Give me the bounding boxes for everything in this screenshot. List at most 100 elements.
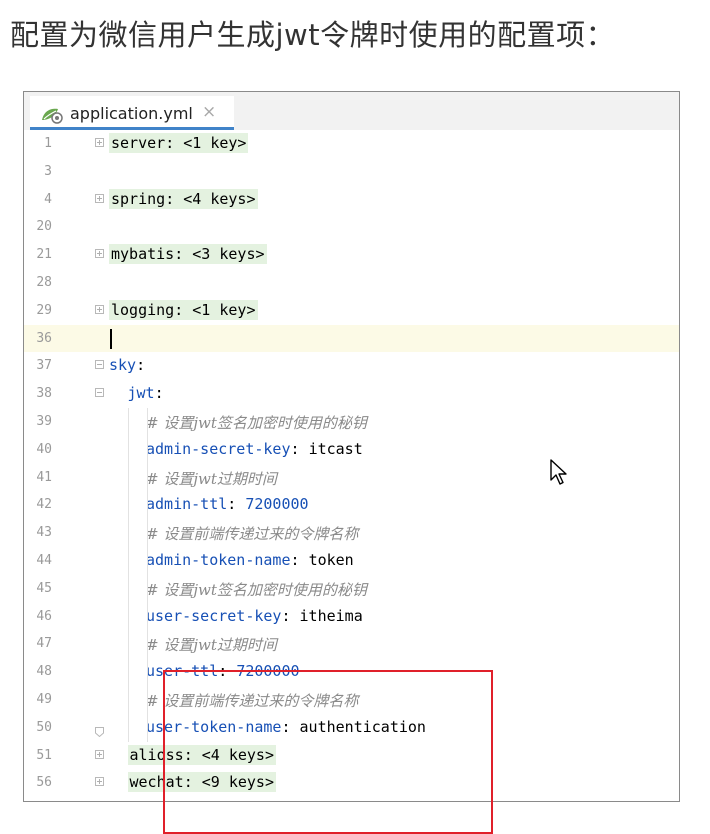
mouse-pointer-icon: [550, 459, 567, 485]
code-line[interactable]: 3: [24, 158, 679, 186]
fold-expand-icon[interactable]: [95, 304, 104, 314]
line-content: server: <1 key>: [109, 133, 249, 153]
code-line[interactable]: 39 # 设置jwt签名加密时使用的秘钥: [24, 408, 679, 436]
yaml-key: logging: [111, 300, 175, 319]
code-line[interactable]: 50 user-token-name: authentication: [24, 714, 679, 742]
code-line[interactable]: 40 admin-secret-key: itcast: [24, 436, 679, 464]
fold-collapse-icon[interactable]: [95, 360, 104, 370]
yaml-comment: # 设置前端传递过来的令牌名称: [146, 525, 359, 544]
collapsed-block[interactable]: wechat: <9 keys>: [127, 772, 276, 793]
line-number: 37: [36, 358, 52, 374]
code-line[interactable]: 48 user-ttl: 7200000: [24, 658, 679, 686]
code-line[interactable]: 28: [24, 269, 679, 297]
fold-expand-icon[interactable]: [95, 138, 104, 147]
code-line[interactable]: 45 # 设置jwt签名加密时使用的秘钥: [24, 575, 679, 603]
fold-end-icon[interactable]: [95, 722, 104, 737]
line-content: # 设置前端传递过来的令牌名称: [146, 523, 358, 544]
line-number: 41: [36, 469, 52, 485]
code-line[interactable]: 36: [24, 324, 679, 353]
collapsed-block[interactable]: mybatis: <3 keys>: [109, 244, 267, 265]
code-line[interactable]: 43 # 设置前端传递过来的令牌名称: [24, 519, 679, 547]
line-content: # 设置jwt签名加密时使用的秘钥: [146, 412, 367, 433]
collapsed-block[interactable]: spring: <4 keys>: [109, 188, 258, 209]
yaml-key: wechat: [129, 773, 184, 792]
line-number: 46: [36, 608, 52, 624]
editor-tab-application-yml[interactable]: application.yml ×: [30, 96, 234, 130]
code-line[interactable]: 41 # 设置jwt过期时间: [24, 464, 679, 492]
line-number: 28: [36, 275, 52, 290]
line-content: # 设置前端传递过来的令牌名称: [146, 690, 358, 711]
line-content: jwt:: [127, 384, 164, 403]
line-number: 48: [36, 664, 52, 680]
page-heading: 配置为微信用户生成jwt令牌时使用的配置项：: [10, 18, 616, 52]
fold-expand-icon[interactable]: [95, 249, 104, 259]
line-content: # 设置jwt过期时间: [146, 468, 277, 489]
indent-guide: [128, 408, 129, 742]
line-content: # 设置jwt过期时间: [146, 634, 277, 655]
tab-label: application.yml: [70, 104, 193, 123]
line-number: 45: [36, 580, 52, 596]
line-number: 38: [36, 386, 52, 402]
code-line[interactable]: 4 spring: <4 keys>: [24, 186, 679, 214]
yaml-comment: # 设置jwt过期时间: [146, 636, 277, 655]
code-line[interactable]: 38 jwt:: [24, 380, 679, 408]
code-line[interactable]: 42 admin-ttl: 7200000: [24, 491, 679, 519]
code-line[interactable]: 56 wechat: <9 keys>: [24, 769, 679, 797]
yaml-value: itheima: [299, 606, 363, 625]
collapsed-summary: <4 keys>: [183, 189, 256, 208]
line-content: sky:: [109, 356, 146, 375]
line-number: 40: [36, 441, 52, 457]
collapsed-block[interactable]: logging: <1 key>: [109, 299, 258, 320]
line-content: alioss: <4 keys>: [127, 744, 276, 765]
collapsed-block[interactable]: alioss: <4 keys>: [127, 744, 276, 765]
yaml-comment: # 设置jwt签名加密时使用的秘钥: [146, 414, 367, 432]
line-number: 43: [36, 525, 52, 541]
yaml-value: 7200000: [245, 495, 309, 514]
code-line[interactable]: 29 logging: <1 key>: [24, 297, 679, 325]
yaml-comment: # 设置前端传递过来的令牌名称: [146, 692, 359, 710]
fold-expand-icon[interactable]: [95, 749, 104, 759]
yaml-key: spring: [111, 189, 166, 208]
line-number: 39: [36, 414, 52, 429]
line-content: mybatis: <3 keys>: [109, 244, 267, 265]
yaml-key: user-secret-key: [146, 606, 282, 625]
collapsed-summary: <9 keys>: [201, 773, 274, 792]
line-number: 42: [36, 497, 52, 513]
line-number: 4: [44, 191, 52, 207]
indent-guide: [147, 408, 148, 742]
collapsed-block[interactable]: server: <1 key>: [109, 133, 249, 153]
line-content: spring: <4 keys>: [109, 188, 258, 209]
fold-collapse-icon[interactable]: [95, 388, 104, 398]
yaml-key: user-token-name: [146, 717, 282, 736]
yaml-comment: # 设置jwt签名加密时使用的秘钥: [146, 580, 367, 599]
fold-expand-icon[interactable]: [95, 193, 104, 203]
code-line[interactable]: 37 sky:: [24, 352, 679, 380]
code-line[interactable]: 46 user-secret-key: itheima: [24, 603, 679, 631]
code-line[interactable]: 21 mybatis: <3 keys>: [24, 241, 679, 269]
collapsed-summary: <1 key>: [183, 134, 247, 152]
yaml-key: server: [111, 134, 166, 152]
code-line[interactable]: 49 # 设置前端传递过来的令牌名称: [24, 686, 679, 714]
line-content: admin-ttl: 7200000: [146, 495, 309, 514]
line-number: 29: [36, 302, 52, 318]
text-caret: [110, 328, 112, 349]
code-editor[interactable]: application.yml × 1 server: <1 key> 3 4 spri…: [23, 91, 680, 834]
collapsed-summary: <4 keys>: [201, 745, 274, 764]
collapsed-summary: <1 key>: [192, 300, 256, 319]
yaml-key: sky: [109, 356, 137, 375]
line-number: 50: [36, 719, 52, 735]
line-number: 36: [36, 330, 52, 346]
yaml-value: authentication: [299, 717, 426, 736]
collapsed-summary: <3 keys>: [192, 245, 265, 264]
code-line[interactable]: 44 admin-token-name: token: [24, 547, 679, 575]
code-line[interactable]: 47 # 设置jwt过期时间: [24, 630, 679, 658]
line-number: 51: [36, 747, 52, 763]
yaml-key: jwt: [127, 384, 155, 403]
code-line[interactable]: 51 alioss: <4 keys>: [24, 742, 679, 770]
yaml-value: itcast: [308, 439, 363, 458]
code-area[interactable]: 1 server: <1 key> 3 4 spring: <4 keys> 20 21 my…: [24, 130, 679, 801]
close-icon[interactable]: ×: [202, 102, 216, 122]
fold-expand-icon[interactable]: [95, 777, 104, 787]
code-line[interactable]: 1 server: <1 key>: [24, 130, 679, 158]
code-line[interactable]: 20: [24, 213, 679, 241]
